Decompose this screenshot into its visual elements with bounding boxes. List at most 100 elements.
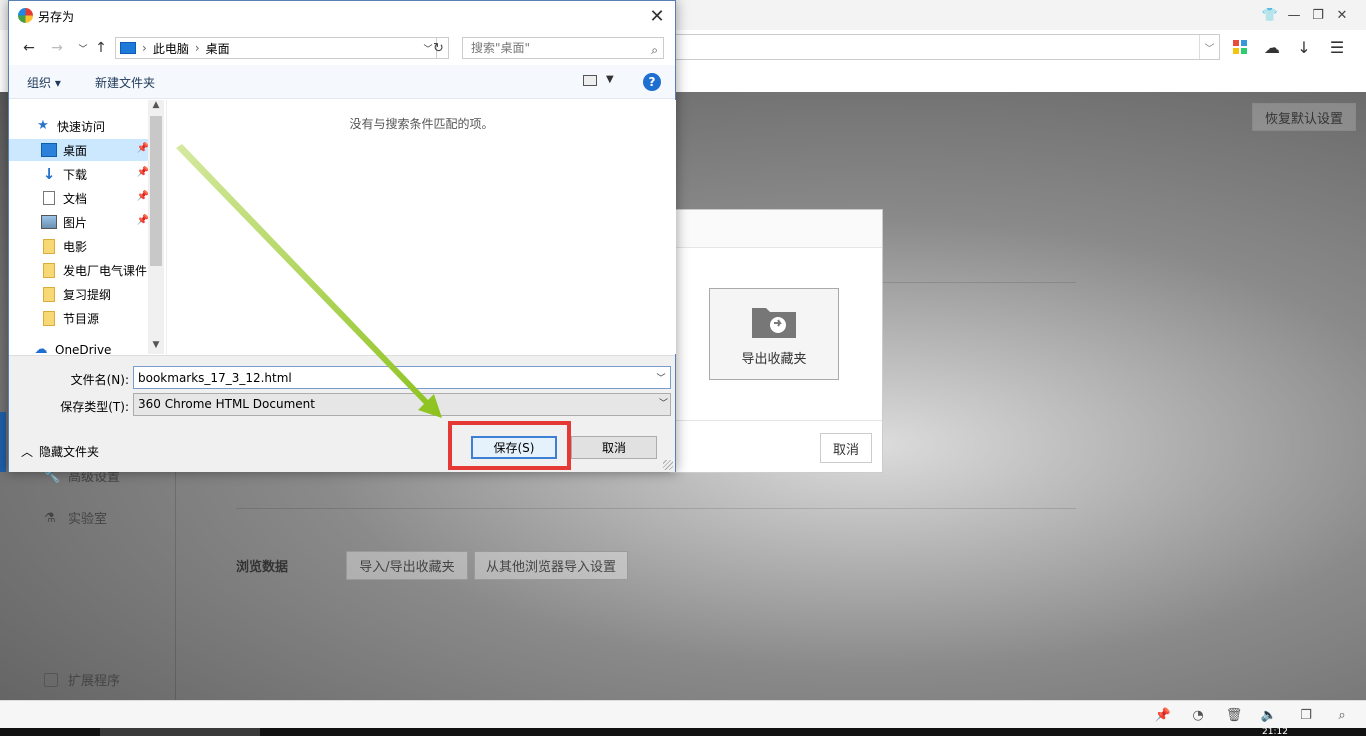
view-options-icon[interactable] bbox=[583, 75, 597, 86]
download-icon[interactable]: ↓ bbox=[1293, 36, 1315, 58]
tree-item-downloads[interactable]: ↓ 下载 📌 bbox=[9, 163, 149, 185]
address-bar[interactable]: ﹀ bbox=[640, 34, 1220, 60]
navigation-pane: ★ 快速访问 桌面 📌 ↓ 下载 📌 文档 📌 图片 📌 电影 发电厂电气课件 … bbox=[9, 100, 164, 354]
forward-arrow-icon[interactable]: → bbox=[47, 37, 67, 59]
os-taskbar: 21:12 bbox=[0, 728, 1366, 736]
scroll-down-icon[interactable]: ▼ bbox=[148, 340, 164, 354]
sidebar-item-extensions[interactable]: 扩展程序 bbox=[44, 670, 120, 689]
hide-folders-toggle[interactable]: ︿ 隐藏文件夹 bbox=[21, 443, 99, 460]
tree-item-movies[interactable]: 电影 bbox=[9, 235, 149, 257]
pin-icon[interactable]: 📌 bbox=[1154, 707, 1172, 723]
breadcrumb-item[interactable]: 此电脑 bbox=[153, 40, 189, 57]
export-bookmarks-tile[interactable]: 导出收藏夹 bbox=[709, 288, 839, 380]
sidebar-item-label: 实验室 bbox=[68, 512, 108, 527]
cancel-button[interactable]: 取消 bbox=[571, 436, 657, 459]
filetype-select[interactable]: 360 Chrome HTML Document ﹀ bbox=[133, 393, 671, 416]
tree-item-folder[interactable]: 发电厂电气课件 bbox=[9, 259, 159, 281]
skin-icon[interactable]: 👕 bbox=[1259, 4, 1281, 26]
help-icon[interactable]: ? bbox=[643, 73, 661, 91]
breadcrumb-separator: › bbox=[142, 41, 147, 55]
star-icon: ★ bbox=[37, 118, 49, 133]
document-icon bbox=[43, 191, 55, 205]
scroll-thumb[interactable] bbox=[150, 116, 162, 266]
tree-item-documents[interactable]: 文档 📌 bbox=[9, 187, 149, 209]
search-icon: ⌕ bbox=[651, 43, 658, 57]
tree-item-quick-access[interactable]: ★ 快速访问 bbox=[9, 115, 149, 137]
restore-default-button[interactable]: 恢复默认设置 bbox=[1252, 103, 1356, 131]
recent-locations-icon[interactable]: ﹀ bbox=[73, 37, 93, 59]
import-from-other-browser-button[interactable]: 从其他浏览器导入设置 bbox=[474, 551, 628, 580]
computer-icon bbox=[120, 42, 136, 54]
back-arrow-icon[interactable]: ← bbox=[19, 37, 39, 59]
browser-statusbar: 📌 ◔ 🗑 🔈 ❐ ⌕ bbox=[0, 700, 1366, 728]
export-tile-label: 导出收藏夹 bbox=[741, 351, 807, 367]
tree-item-label: 文档 bbox=[63, 191, 88, 206]
file-list-pane[interactable]: 没有与搜索条件匹配的项。 bbox=[166, 100, 676, 354]
search-input[interactable]: 搜索"桌面" ⌕ bbox=[462, 37, 664, 59]
sidebar-item-label: 扩展程序 bbox=[68, 674, 121, 689]
tree-item-onedrive[interactable]: ☁ OneDrive bbox=[9, 339, 149, 355]
desktop-icon bbox=[41, 143, 57, 157]
close-icon[interactable]: ✕ bbox=[645, 4, 669, 28]
filetype-label: 保存类型(T): bbox=[60, 400, 129, 414]
divider bbox=[236, 508, 1076, 509]
tree-item-label: 电影 bbox=[63, 239, 88, 254]
tree-item-folder[interactable]: 复习提纲 bbox=[9, 283, 149, 305]
export-cancel-button[interactable]: 取消 bbox=[820, 433, 872, 463]
empty-message: 没有与搜索条件匹配的项。 bbox=[349, 117, 494, 131]
tree-item-label: 快速访问 bbox=[57, 119, 106, 134]
close-window-icon[interactable]: ✕ bbox=[1331, 4, 1353, 26]
dialog-title: 另存为 bbox=[38, 10, 75, 24]
command-bar: 组织 ▾ 新建文件夹 ▼ ? bbox=[9, 65, 675, 99]
export-bookmarks-dialog: 导出收藏夹 取消 bbox=[670, 209, 883, 473]
menu-icon[interactable]: ☰ bbox=[1326, 36, 1348, 58]
flask-icon: ⚗ bbox=[44, 510, 56, 526]
zoom-icon[interactable]: ⌕ bbox=[1333, 707, 1351, 723]
filename-field[interactable] bbox=[133, 366, 671, 389]
tree-item-label: OneDrive bbox=[55, 343, 112, 354]
folder-icon bbox=[43, 286, 55, 302]
chevron-down-icon: ﹀ bbox=[658, 399, 668, 409]
breadcrumb[interactable]: › 此电脑 › 桌面 ﹀ bbox=[115, 37, 437, 59]
tree-item-pictures[interactable]: 图片 📌 bbox=[9, 211, 149, 233]
sidebar-active-indicator bbox=[0, 412, 6, 472]
browse-data-label: 浏览数据 bbox=[236, 560, 289, 575]
window-icon[interactable]: ❐ bbox=[1297, 707, 1315, 723]
search-placeholder: 搜索"桌面" bbox=[471, 41, 531, 55]
tree-item-label: 桌面 bbox=[63, 143, 88, 158]
up-arrow-icon[interactable]: ↑ bbox=[91, 37, 111, 59]
view-dropdown-icon[interactable]: ▼ bbox=[606, 74, 614, 85]
minimize-icon[interactable]: — bbox=[1283, 4, 1305, 26]
organize-button[interactable]: 组织 ▾ bbox=[27, 74, 61, 91]
speedup-icon[interactable]: ◔ bbox=[1189, 707, 1207, 723]
refresh-icon[interactable]: ↻ bbox=[429, 37, 449, 59]
volume-icon[interactable]: 🔈 bbox=[1260, 707, 1278, 723]
clock: 21:12 bbox=[1262, 728, 1288, 736]
save-options-panel: 文件名(N): ﹀ 保存类型(T): 360 Chrome HTML Docum… bbox=[9, 355, 675, 472]
new-folder-button[interactable]: 新建文件夹 bbox=[95, 74, 155, 91]
scroll-up-icon[interactable]: ▲ bbox=[148, 100, 164, 114]
tree-item-label: 发电厂电气课件 bbox=[63, 263, 148, 278]
apps-grid-icon[interactable] bbox=[1229, 36, 1251, 58]
tree-item-label: 复习提纲 bbox=[63, 287, 112, 302]
chevron-down-icon[interactable]: ﹀ bbox=[653, 368, 669, 387]
address-dropdown-icon[interactable]: ﹀ bbox=[1199, 35, 1219, 59]
sidebar-item-lab[interactable]: ⚗ 实验室 bbox=[44, 508, 108, 528]
import-export-bookmarks-button[interactable]: 导入/导出收藏夹 bbox=[346, 551, 468, 580]
taskbar-item[interactable] bbox=[100, 728, 260, 736]
highlight-annotation bbox=[448, 421, 571, 470]
scrollbar[interactable]: ▲ ▼ bbox=[148, 100, 164, 354]
save-as-dialog: 另存为 ✕ ← → ﹀ ↑ › 此电脑 › 桌面 ﹀ ↻ 搜索"桌面" ⌕ 组织… bbox=[8, 0, 676, 472]
folder-icon bbox=[43, 262, 55, 278]
trash-icon[interactable]: 🗑 bbox=[1225, 707, 1243, 723]
navigation-bar: ← → ﹀ ↑ › 此电脑 › 桌面 ﹀ ↻ 搜索"桌面" ⌕ bbox=[9, 33, 675, 63]
tree-item-desktop[interactable]: 桌面 📌 bbox=[9, 139, 149, 161]
extensions-icon bbox=[44, 672, 58, 687]
tree-item-folder[interactable]: 节目源 bbox=[9, 307, 149, 329]
breadcrumb-item[interactable]: 桌面 bbox=[206, 40, 230, 57]
resize-grip[interactable] bbox=[663, 460, 673, 470]
download-icon: ↓ bbox=[42, 165, 56, 183]
cloud-icon[interactable]: ☁ bbox=[1261, 36, 1283, 58]
maximize-icon[interactable]: ❐ bbox=[1307, 4, 1329, 26]
cloud-icon: ☁ bbox=[34, 342, 48, 355]
